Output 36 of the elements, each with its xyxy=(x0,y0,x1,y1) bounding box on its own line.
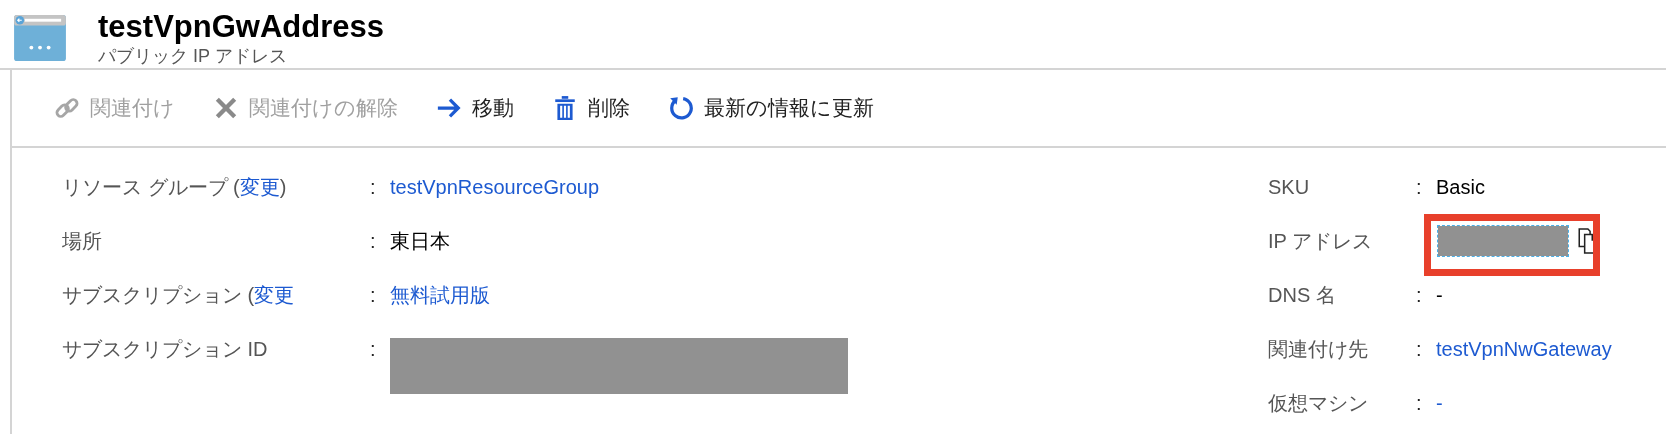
property-label: IP アドレス xyxy=(1268,228,1374,254)
separator: : xyxy=(1416,391,1422,414)
property-label: 仮想マシン xyxy=(1268,390,1369,416)
toolbar-button[interactable]: 最新の情報に更新 xyxy=(668,94,874,122)
property-label: SKU xyxy=(1268,175,1311,199)
property-value: - xyxy=(1436,283,1443,307)
separator: : xyxy=(369,175,377,199)
property-value: 東日本 xyxy=(390,228,450,254)
resource-title: testVpnGwAddress xyxy=(98,9,384,45)
change-link[interactable]: 変更 xyxy=(239,175,280,198)
separator: : xyxy=(1416,283,1422,306)
property-label: サブスクリプション (変更 xyxy=(62,282,296,308)
change-link[interactable]: 変更 xyxy=(254,283,295,306)
property-label: 関連付け先 xyxy=(1268,336,1369,362)
property-label: DNS 名 xyxy=(1268,282,1337,308)
property-link[interactable]: 無料試用版 xyxy=(390,281,490,309)
separator: : xyxy=(369,229,377,253)
resource-type: パブリック IP アドレス xyxy=(98,45,288,67)
separator: : xyxy=(369,337,377,361)
property-value: Basic xyxy=(1436,175,1485,199)
close-icon xyxy=(213,95,239,121)
property-link[interactable]: - xyxy=(1436,391,1443,415)
link-icon xyxy=(54,95,80,121)
separator: : xyxy=(369,283,377,307)
toolbar-button[interactable]: 削除 xyxy=(552,94,630,122)
property-link[interactable]: testVpnNwGateway xyxy=(1436,337,1612,361)
public-ip-icon xyxy=(12,14,68,62)
property-link[interactable]: testVpnResourceGroup xyxy=(390,175,599,199)
property-label: リソース グループ (変更) xyxy=(62,174,288,200)
toolbar-button[interactable]: 移動 xyxy=(436,94,514,122)
separator: : xyxy=(1416,175,1422,198)
refresh-icon xyxy=(668,95,694,121)
trash-icon xyxy=(552,95,578,121)
property-label: 場所 xyxy=(62,228,103,254)
separator: : xyxy=(1416,337,1422,360)
property-label: サブスクリプション ID xyxy=(62,336,269,362)
